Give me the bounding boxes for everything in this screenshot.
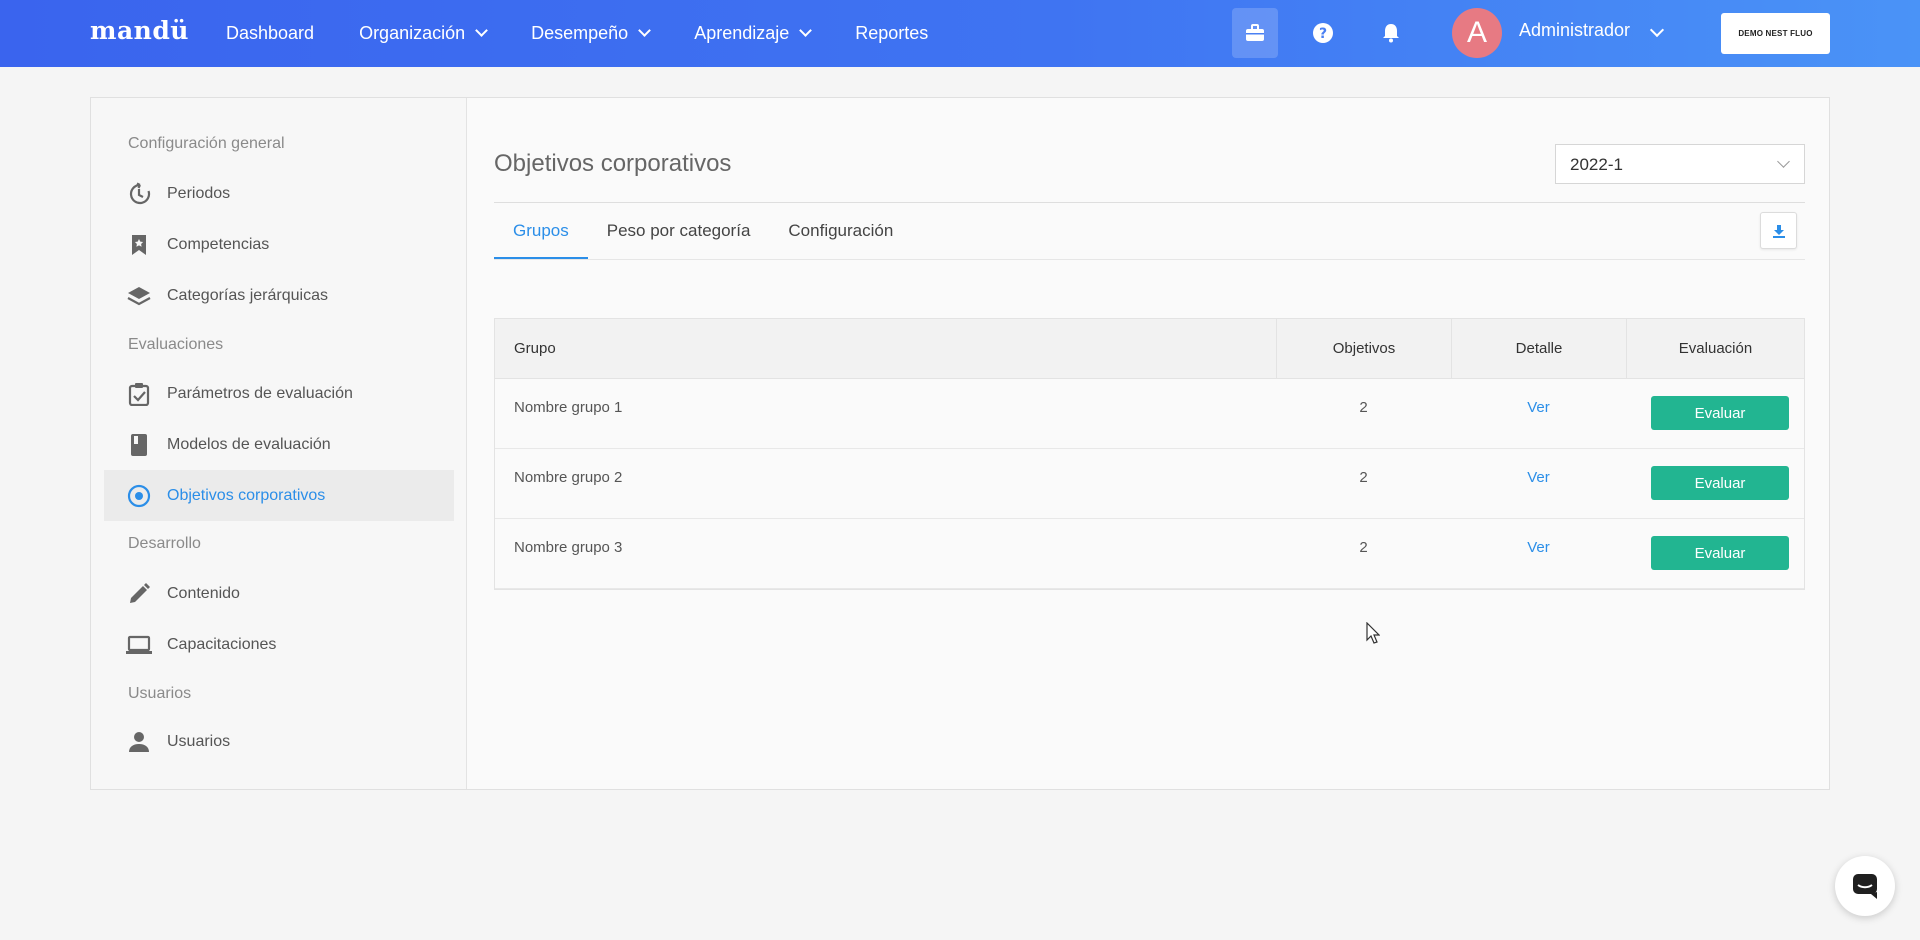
tab-configuracion[interactable]: Configuración [769, 216, 912, 259]
header-detalle: Detalle [1451, 319, 1626, 379]
history-icon [126, 181, 152, 207]
sidebar-item-label: Categorías jerárquicas [167, 286, 328, 304]
group-name: Nombre grupo 3 [514, 539, 623, 556]
chat-launcher-button[interactable] [1835, 856, 1895, 916]
section-title-evaluaciones: Evaluaciones [128, 336, 224, 353]
sidebar-item-objetivos[interactable]: Objetivos corporativos [104, 470, 454, 521]
bookmark-icon [126, 232, 152, 258]
clipboard-check-icon [126, 381, 152, 407]
sidebar-item-contenido[interactable]: Contenido [104, 568, 454, 619]
table-header: Grupo Objetivos Detalle Evaluación [495, 319, 1804, 379]
divider [494, 202, 1805, 203]
period-select[interactable]: 2022-1 [1555, 144, 1805, 184]
nav-dashboard-label: Dashboard [226, 23, 315, 43]
evaluate-button[interactable]: Evaluar [1651, 536, 1789, 570]
nav-desempeno-label: Desempeño [531, 23, 629, 43]
bell-icon[interactable] [1368, 8, 1414, 58]
tab-peso-por-categoria[interactable]: Peso por categoría [588, 216, 770, 259]
user-icon [126, 729, 152, 755]
evaluate-button[interactable]: Evaluar [1651, 466, 1789, 500]
sidebar-item-label: Contenido [167, 584, 240, 602]
sidebar-item-periodos[interactable]: Periodos [104, 168, 454, 219]
sidebar: Configuración general Periodos Competenc… [91, 98, 467, 789]
chevron-down-icon [475, 24, 488, 37]
chevron-down-icon [799, 24, 813, 37]
pencil-icon [126, 581, 152, 607]
header-objetivos: Objetivos [1276, 319, 1451, 379]
header-evaluacion: Evaluación [1626, 319, 1804, 379]
objectives-count: 2 [1359, 539, 1368, 556]
laptop-icon [126, 632, 152, 658]
sidebar-item-label: Usuarios [167, 732, 231, 750]
nav-aprendizaje[interactable]: Aprendizaje [694, 23, 813, 44]
section-title-usuarios: Usuarios [128, 685, 192, 702]
sidebar-item-label: Periodos [167, 184, 231, 202]
user-name[interactable]: Administrador [1519, 20, 1630, 41]
detail-link[interactable]: Ver [1451, 399, 1626, 416]
period-select-value: 2022-1 [1570, 155, 1623, 174]
logo[interactable]: mandü [90, 16, 189, 45]
chat-icon [1853, 874, 1877, 899]
mouse-cursor-icon [1366, 621, 1381, 649]
chevron-down-icon [638, 24, 652, 37]
nav-reportes[interactable]: Reportes [855, 23, 928, 44]
nav-dashboard[interactable]: Dashboard [226, 23, 314, 44]
sidebar-item-label: Capacitaciones [167, 635, 277, 653]
main-nav: Dashboard Organización Desempeño Aprendi… [226, 0, 973, 67]
settings-card: Configuración general Periodos Competenc… [90, 97, 1830, 790]
page-title: Objetivos corporativos [494, 150, 732, 177]
groups-table: Grupo Objetivos Detalle Evaluación Nombr… [494, 318, 1805, 590]
group-name: Nombre grupo 2 [514, 469, 623, 486]
detail-link[interactable]: Ver [1451, 539, 1626, 556]
main-content: Objetivos corporativos 2022-1 Grupos Pes… [494, 98, 1805, 788]
sidebar-item-label: Parámetros de evaluación [167, 384, 353, 402]
sidebar-item-label: Objetivos corporativos [167, 486, 326, 504]
help-icon[interactable]: ? [1300, 8, 1346, 58]
svg-text:?: ? [1319, 26, 1327, 42]
sidebar-item-competencias[interactable]: Competencias [104, 219, 454, 270]
nav-reportes-label: Reportes [855, 23, 929, 43]
nav-organizacion-label: Organización [359, 23, 466, 43]
tabs: Grupos Peso por categoría Configuración [494, 216, 912, 259]
nav-desempeno[interactable]: Desempeño [531, 23, 652, 44]
sidebar-item-label: Competencias [167, 235, 270, 253]
nav-aprendizaje-label: Aprendizaje [694, 23, 790, 43]
chevron-down-icon[interactable] [1649, 22, 1665, 38]
briefcase-icon[interactable] [1232, 8, 1278, 58]
sidebar-item-capacitaciones[interactable]: Capacitaciones [104, 619, 454, 670]
download-button[interactable] [1760, 212, 1797, 249]
download-icon [1772, 224, 1785, 238]
group-name: Nombre grupo 1 [514, 399, 623, 416]
section-title-general: Configuración general [128, 135, 285, 152]
header-grupo: Grupo [514, 340, 556, 357]
detail-link[interactable]: Ver [1451, 469, 1626, 486]
sidebar-item-parametros[interactable]: Parámetros de evaluación [104, 368, 454, 419]
section-title-desarrollo: Desarrollo [128, 535, 201, 552]
sidebar-item-label: Modelos de evaluación [167, 435, 331, 453]
sidebar-item-categorias[interactable]: Categorías jerárquicas [104, 270, 454, 321]
objectives-count: 2 [1359, 469, 1368, 486]
target-icon [126, 483, 152, 509]
book-icon [126, 432, 152, 458]
table-row: Nombre grupo 2 2 Ver Evaluar [495, 449, 1804, 519]
evaluate-button[interactable]: Evaluar [1651, 396, 1789, 430]
tab-grupos[interactable]: Grupos [494, 216, 588, 259]
chevron-down-icon [1777, 155, 1790, 168]
sidebar-item-modelos[interactable]: Modelos de evaluación [104, 419, 454, 470]
avatar[interactable]: A [1452, 8, 1502, 58]
sidebar-item-usuarios[interactable]: Usuarios [104, 716, 454, 767]
company-button[interactable]: DEMO NEST FLUO [1721, 13, 1830, 54]
table-row: Nombre grupo 1 2 Ver Evaluar [495, 379, 1804, 449]
divider [494, 259, 1805, 260]
layers-icon [126, 283, 152, 309]
objectives-count: 2 [1359, 399, 1368, 416]
table-row: Nombre grupo 3 2 Ver Evaluar [495, 519, 1804, 589]
top-navbar: mandü Dashboard Organización Desempeño A… [0, 0, 1920, 67]
nav-organizacion[interactable]: Organización [359, 23, 488, 44]
